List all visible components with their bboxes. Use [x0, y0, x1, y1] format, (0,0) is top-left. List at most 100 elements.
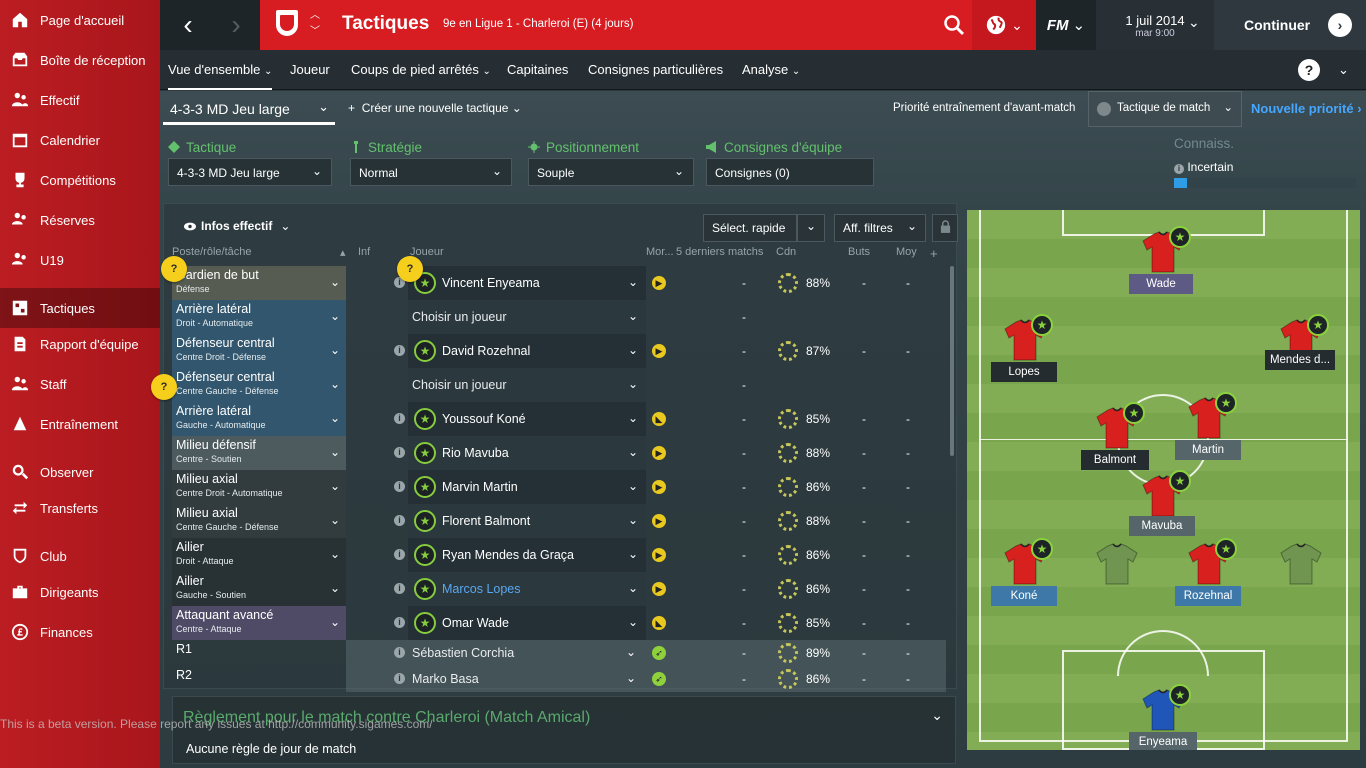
- strategy-dropdown[interactable]: Normal ⌄: [350, 158, 512, 186]
- player-name[interactable]: Sébastien Corchia: [412, 646, 514, 660]
- sidebar-item-board[interactable]: Dirigeants: [0, 572, 160, 612]
- reserve-row[interactable]: R2 i Marko Basa ⌄ ➶ - 86% - -: [172, 666, 946, 692]
- tab-player[interactable]: Joueur: [290, 50, 330, 90]
- col-inf[interactable]: Inf: [358, 246, 370, 258]
- info-icon[interactable]: i: [394, 447, 405, 458]
- col-avg[interactable]: Moy: [896, 246, 917, 258]
- role-selector[interactable]: Ailier Droit - Attaque ⌄: [172, 538, 346, 572]
- col-last5[interactable]: 5 derniers matchs: [676, 246, 763, 258]
- role-selector[interactable]: Milieu défensif Centre - Soutien ⌄: [172, 436, 346, 470]
- lock-button[interactable]: [932, 214, 958, 242]
- role-selector[interactable]: Arrière latéral Droit - Automatique ⌄: [172, 300, 346, 334]
- player-selector[interactable]: ★ Rio Mavuba ⌄: [408, 436, 646, 470]
- sidebar-item-calendar[interactable]: Calendrier: [0, 120, 160, 160]
- player-selector[interactable]: ★ Omar Wade ⌄: [408, 606, 646, 640]
- info-icon[interactable]: i: [394, 583, 405, 594]
- role-selector[interactable]: Défenseur central Centre Droit - Défense ⌄: [172, 334, 346, 368]
- chevron-down-icon[interactable]: ⌄: [1338, 62, 1349, 78]
- search-button[interactable]: [942, 13, 966, 37]
- table-row[interactable]: Arrière latéral Gauche - Automatique ⌄ i ★ Yo…: [172, 402, 946, 436]
- sidebar-item-club[interactable]: Club: [0, 536, 160, 576]
- table-row[interactable]: Ailier Gauche - Soutien ⌄ i ★ Marcos Lopes ⌄ ▶ -…: [172, 572, 946, 606]
- fm-menu-button[interactable]: FM ⌄: [1036, 0, 1096, 50]
- club-switch-arrows-icon[interactable]: ︿ ﹀: [308, 8, 322, 40]
- player-selector[interactable]: ★ Florent Balmont ⌄: [408, 504, 646, 538]
- info-icon[interactable]: i: [394, 515, 405, 526]
- quick-select-button[interactable]: Sélect. rapide: [703, 214, 797, 242]
- sidebar-item-inbox[interactable]: Boîte de réception: [0, 40, 160, 80]
- sidebar-item-competitions[interactable]: Compétitions: [0, 160, 160, 200]
- sidebar-item-training[interactable]: Entraînement: [0, 404, 160, 444]
- tab-set-pieces[interactable]: Coups de pied arrêtés ⌄: [351, 50, 491, 90]
- scrollbar[interactable]: [950, 266, 954, 456]
- pitch-player-label[interactable]: Rozehnal: [1175, 586, 1241, 606]
- help-marker[interactable]: ?: [151, 374, 177, 400]
- role-selector[interactable]: Gardien de but Défense ⌄: [172, 266, 346, 300]
- table-row[interactable]: Milieu axial Centre Droit - Automatique ⌄ i…: [172, 470, 946, 504]
- reserve-row[interactable]: R1 i Sébastien Corchia ⌄ ➶ - 89% - -: [172, 640, 946, 666]
- quick-select-dropdown[interactable]: ⌄: [797, 214, 825, 242]
- world-menu-button[interactable]: ⌄: [972, 0, 1036, 50]
- positioning-dropdown[interactable]: Souple ⌄: [528, 158, 694, 186]
- empty-slot-shirt-icon[interactable]: [1277, 540, 1325, 588]
- info-icon[interactable]: i: [394, 617, 405, 628]
- info-icon[interactable]: i: [394, 481, 405, 492]
- tab-opposition-instructions[interactable]: Consignes particulières: [588, 50, 723, 90]
- col-role[interactable]: Poste/rôle/tâche: [172, 246, 252, 258]
- sidebar-item-team-report[interactable]: Rapport d'équipe: [0, 324, 160, 364]
- sidebar-item-home[interactable]: Page d'accueil: [0, 0, 160, 40]
- col-goals[interactable]: Buts: [848, 246, 870, 258]
- help-marker[interactable]: ?: [397, 256, 423, 282]
- empty-slot-shirt-icon[interactable]: [1093, 540, 1141, 588]
- player-selector[interactable]: ★ Vincent Enyeama ⌄: [408, 266, 646, 300]
- info-icon[interactable]: i: [394, 647, 405, 658]
- col-condition[interactable]: Cdn: [776, 246, 796, 258]
- player-selector[interactable]: ★ Marcos Lopes ⌄: [408, 572, 646, 606]
- forward-button[interactable]: ›: [212, 0, 260, 50]
- table-row[interactable]: Défenseur central Centre Gauche - Défense…: [172, 368, 946, 402]
- info-icon[interactable]: i: [394, 549, 405, 560]
- player-name[interactable]: Marko Basa: [412, 672, 479, 686]
- chevron-down-icon[interactable]: ⌄: [626, 671, 636, 685]
- table-row[interactable]: Défenseur central Centre Droit - Défense ⌄…: [172, 334, 946, 368]
- sidebar-item-finances[interactable]: Finances: [0, 612, 160, 652]
- sidebar-item-u19[interactable]: U19: [0, 240, 160, 280]
- priority-dropdown[interactable]: Tactique de match ⌄: [1088, 91, 1242, 127]
- player-selector[interactable]: ★ Marvin Martin ⌄: [408, 470, 646, 504]
- sidebar-item-scouting[interactable]: Observer: [0, 452, 160, 492]
- new-priority-link[interactable]: Nouvelle priorité ›: [1251, 101, 1362, 116]
- info-icon[interactable]: i: [394, 673, 405, 684]
- pitch-player-label[interactable]: Martin: [1175, 440, 1241, 460]
- pitch-player-label[interactable]: Wade: [1129, 274, 1193, 294]
- help-button[interactable]: ?: [1298, 59, 1320, 81]
- pitch-player-label[interactable]: Koné: [991, 586, 1057, 606]
- pitch-player-label[interactable]: Mavuba: [1129, 516, 1195, 536]
- col-morale[interactable]: Mor...: [646, 246, 674, 258]
- tactic-dropdown[interactable]: 4-3-3 MD Jeu large ⌄: [168, 158, 332, 186]
- sidebar-item-staff[interactable]: Staff: [0, 364, 160, 404]
- info-icon[interactable]: i: [394, 345, 405, 356]
- table-row[interactable]: Milieu axial Centre Gauche - Défense ⌄ i ★ Fl…: [172, 504, 946, 538]
- table-row[interactable]: Attaquant avancé Centre - Attaque ⌄ i ★ Omar …: [172, 606, 946, 640]
- tab-analysis[interactable]: Analyse ⌄: [742, 50, 800, 90]
- sidebar-item-squad[interactable]: Effectif: [0, 80, 160, 120]
- create-tactic-button[interactable]: + Créer une nouvelle tactique ⌄: [348, 101, 522, 115]
- pitch-player-label[interactable]: Enyeama: [1129, 732, 1197, 750]
- tab-captains[interactable]: Capitaines: [507, 50, 568, 90]
- tactic-selector[interactable]: 4-3-3 MD Jeu large ⌄: [163, 91, 335, 125]
- sidebar-item-reserves[interactable]: Réserves: [0, 200, 160, 240]
- pitch-player-label[interactable]: Balmont: [1081, 450, 1149, 470]
- squad-info-dropdown[interactable]: Infos effectif ⌄: [174, 210, 290, 242]
- add-column-button[interactable]: +: [930, 246, 938, 261]
- player-selector[interactable]: Choisir un joueur ⌄: [408, 300, 646, 334]
- role-selector[interactable]: Arrière latéral Gauche - Automatique ⌄: [172, 402, 346, 436]
- table-row[interactable]: Gardien de but Défense ⌄ i ★ Vincent Enyeama ⌄…: [172, 266, 946, 300]
- table-row[interactable]: Arrière latéral Droit - Automatique ⌄ Chois…: [172, 300, 946, 334]
- player-selector[interactable]: ★ David Rozehnal ⌄: [408, 334, 646, 368]
- pitch-player-label[interactable]: Mendes d...: [1265, 350, 1335, 370]
- sidebar-item-tactics[interactable]: Tactiques: [0, 288, 160, 328]
- role-selector[interactable]: Défenseur central Centre Gauche - Défense…: [172, 368, 346, 402]
- chevron-down-icon[interactable]: ⌄: [1188, 14, 1200, 31]
- player-selector[interactable]: ★ Ryan Mendes da Graça ⌄: [408, 538, 646, 572]
- continue-button[interactable]: Continuer ›: [1214, 0, 1366, 50]
